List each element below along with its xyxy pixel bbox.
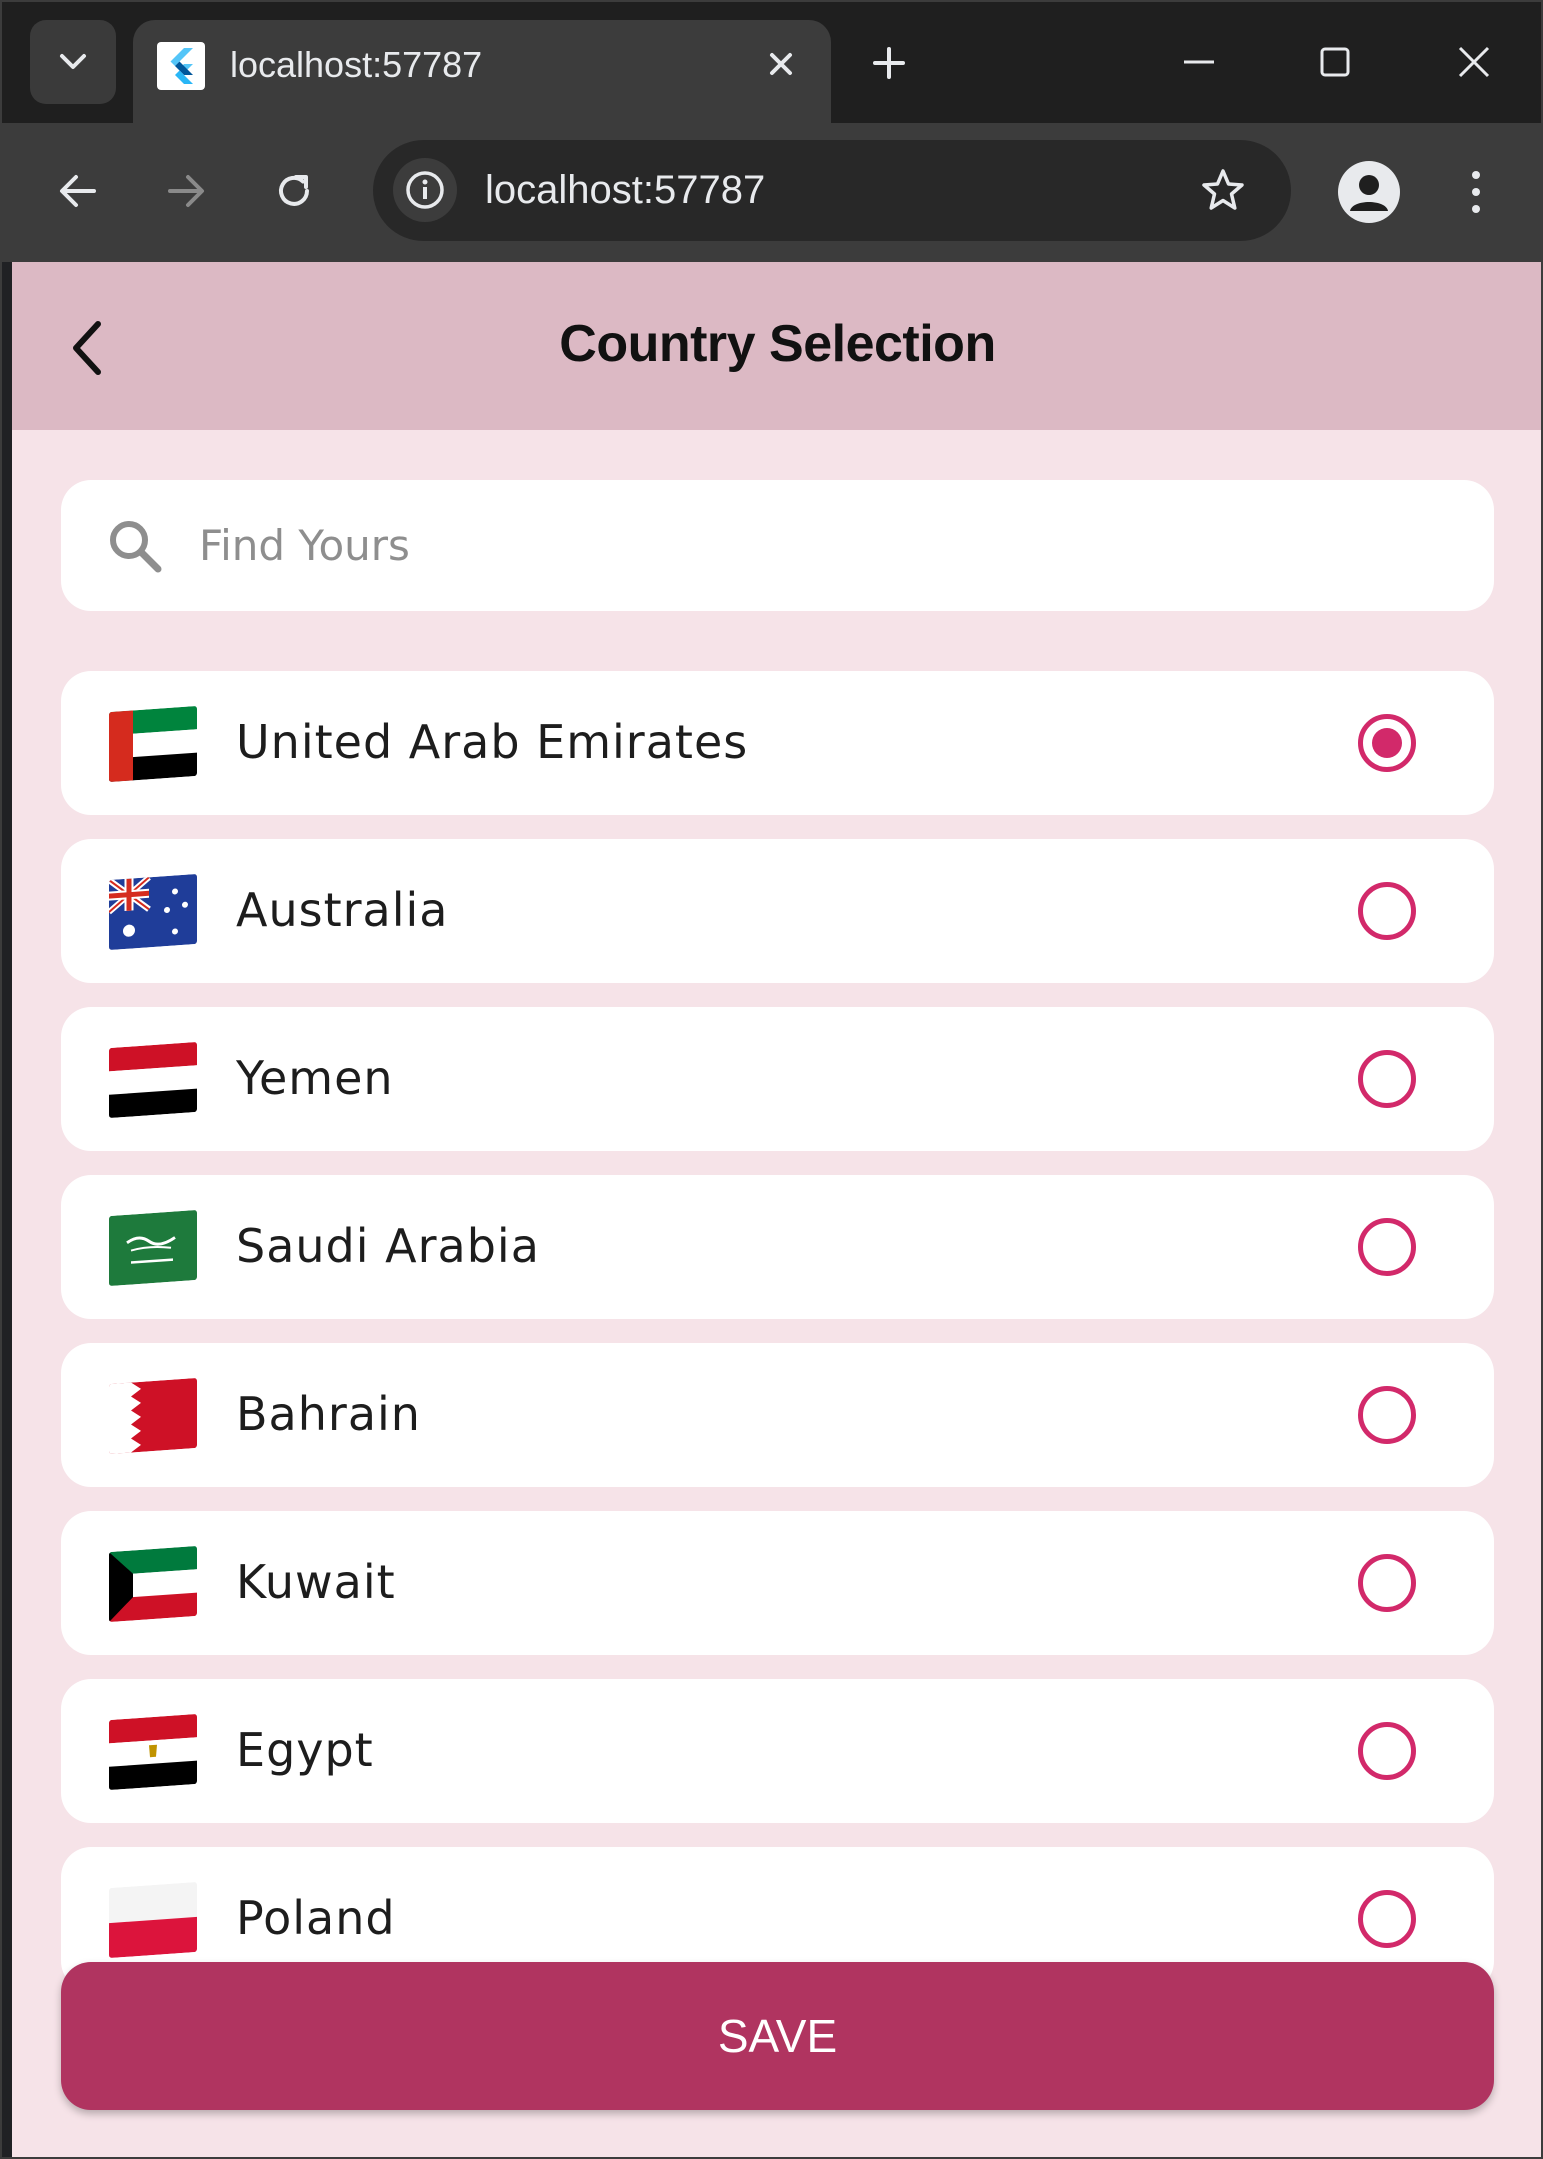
reload-icon <box>279 175 309 206</box>
country-name: Bahrain <box>236 1387 421 1441</box>
minimize-icon <box>1184 60 1214 64</box>
country-name: Egypt <box>236 1723 374 1777</box>
tab-strip: localhost:57787 <box>2 2 1541 123</box>
kuwait-flag-icon <box>109 1545 197 1623</box>
close-window-button[interactable] <box>1444 32 1504 92</box>
country-row-egypt[interactable]: Egypt <box>61 1679 1494 1823</box>
country-row-united-arab-emirates[interactable]: United Arab Emirates <box>61 671 1494 815</box>
bahrain-flag-icon <box>109 1377 197 1455</box>
url-text[interactable]: localhost:57787 <box>485 168 765 213</box>
minimize-button[interactable] <box>1169 32 1229 92</box>
chevron-down-icon <box>60 54 86 69</box>
address-bar[interactable]: localhost:57787 <box>373 140 1291 241</box>
app-bar: Country Selection <box>12 262 1541 430</box>
search-field[interactable] <box>61 480 1494 611</box>
country-name: Poland <box>236 1891 396 1945</box>
radio-button[interactable] <box>1358 1554 1416 1612</box>
radio-button[interactable] <box>1358 1722 1416 1780</box>
country-row-bahrain[interactable]: Bahrain <box>61 1343 1494 1487</box>
kebab-icon[interactable] <box>1448 161 1504 223</box>
radio-button[interactable] <box>1358 1890 1416 1948</box>
radio-button[interactable] <box>1358 1386 1416 1444</box>
country-row-kuwait[interactable]: Kuwait <box>61 1511 1494 1655</box>
profile-button[interactable] <box>1338 161 1400 223</box>
radio-button[interactable] <box>1358 882 1416 940</box>
browser-tab[interactable]: localhost:57787 <box>133 20 831 123</box>
country-name: Yemen <box>236 1051 394 1105</box>
profile-icon <box>1350 175 1388 211</box>
close-icon <box>770 53 792 75</box>
back-button[interactable] <box>46 159 110 223</box>
country-row-saudi-arabia[interactable]: Saudi Arabia <box>61 1175 1494 1319</box>
tab-search-button[interactable] <box>30 20 116 104</box>
plus-icon <box>873 47 905 79</box>
maximize-button[interactable] <box>1305 32 1365 92</box>
close-icon <box>1458 46 1490 78</box>
radio-button[interactable] <box>1358 1050 1416 1108</box>
yemen-flag-icon <box>109 1041 197 1119</box>
search-input[interactable] <box>199 510 1399 580</box>
browser-window: localhost:57787 localhost:57787 Country … <box>0 0 1543 2159</box>
bookmark-button[interactable] <box>1195 162 1251 218</box>
country-name: Saudi Arabia <box>236 1219 540 1273</box>
tab-close-button[interactable] <box>759 42 803 86</box>
reload-button[interactable] <box>262 159 326 223</box>
country-name: Australia <box>236 883 449 937</box>
info-icon <box>406 171 444 209</box>
australia-flag-icon <box>109 873 197 951</box>
radio-button[interactable] <box>1358 714 1416 772</box>
uae-flag-icon <box>109 705 197 783</box>
country-row-australia[interactable]: Australia <box>61 839 1494 983</box>
poland-flag-icon <box>109 1881 197 1959</box>
country-name: Kuwait <box>236 1555 396 1609</box>
maximize-icon <box>1320 47 1350 77</box>
search-icon <box>110 521 162 573</box>
star-icon <box>1202 169 1244 210</box>
new-tab-button[interactable] <box>864 38 914 88</box>
flutter-icon <box>157 42 205 90</box>
save-button[interactable]: SAVE <box>61 1962 1494 2110</box>
app-viewport: Country Selection United Arab E <box>12 262 1541 2157</box>
page-title: Country Selection <box>559 315 996 373</box>
radio-button[interactable] <box>1358 1218 1416 1276</box>
tab-title: localhost:57787 <box>230 44 483 85</box>
saudi-arabia-flag-icon <box>109 1209 197 1287</box>
country-row-yemen[interactable]: Yemen <box>61 1007 1494 1151</box>
arrow-right-icon <box>168 175 204 207</box>
arrow-left-icon <box>60 175 96 207</box>
forward-button[interactable] <box>154 159 218 223</box>
browser-toolbar: localhost:57787 <box>2 123 1541 262</box>
egypt-flag-icon <box>109 1713 197 1791</box>
country-name: United Arab Emirates <box>236 715 749 769</box>
site-info-button[interactable] <box>393 158 457 222</box>
